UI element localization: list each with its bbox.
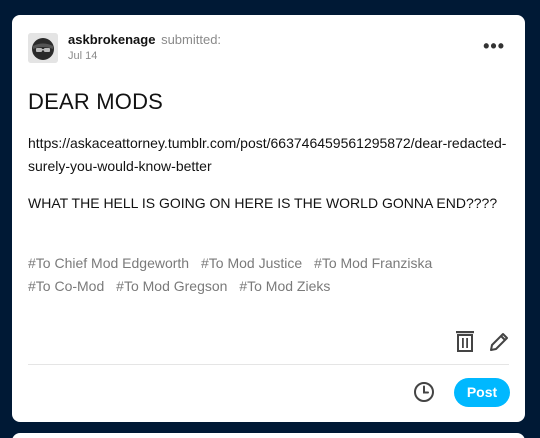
- username-link[interactable]: askbrokenage: [68, 32, 155, 47]
- post-tags: #To Chief Mod Edgeworth #To Mod Justice …: [28, 252, 508, 298]
- post-button[interactable]: Post: [454, 378, 510, 407]
- byline: askbrokenage submitted:: [68, 32, 221, 47]
- tag-link[interactable]: #To Mod Zieks: [239, 278, 330, 294]
- post-date: Jul 14: [68, 50, 98, 62]
- post-header: askbrokenage submitted: Jul 14 •••: [28, 31, 509, 65]
- tag-link[interactable]: #To Mod Gregson: [116, 278, 227, 294]
- tag-link[interactable]: #To Mod Justice: [201, 255, 302, 271]
- post-title: DEAR MODS: [28, 89, 164, 114]
- next-card-edge: [12, 433, 525, 438]
- pencil-icon[interactable]: [487, 328, 511, 354]
- tag-link[interactable]: #To Mod Franziska: [314, 255, 432, 271]
- submitted-label: submitted:: [161, 32, 222, 47]
- trash-icon[interactable]: [453, 328, 477, 354]
- user-avatar[interactable]: [28, 33, 58, 63]
- post-card: askbrokenage submitted: Jul 14 ••• DEAR …: [12, 15, 525, 422]
- tag-link[interactable]: #To Co-Mod: [28, 278, 104, 294]
- post-body-text: WHAT THE HELL IS GOING ON HERE IS THE WO…: [28, 195, 498, 211]
- post-tools: [451, 328, 511, 354]
- post-link-text: https://askaceattorney.tumblr.com/post/6…: [28, 135, 507, 174]
- more-options-icon[interactable]: •••: [483, 37, 505, 55]
- clock-icon[interactable]: [412, 380, 436, 404]
- tag-link[interactable]: #To Chief Mod Edgeworth: [28, 255, 189, 271]
- divider: [28, 364, 509, 365]
